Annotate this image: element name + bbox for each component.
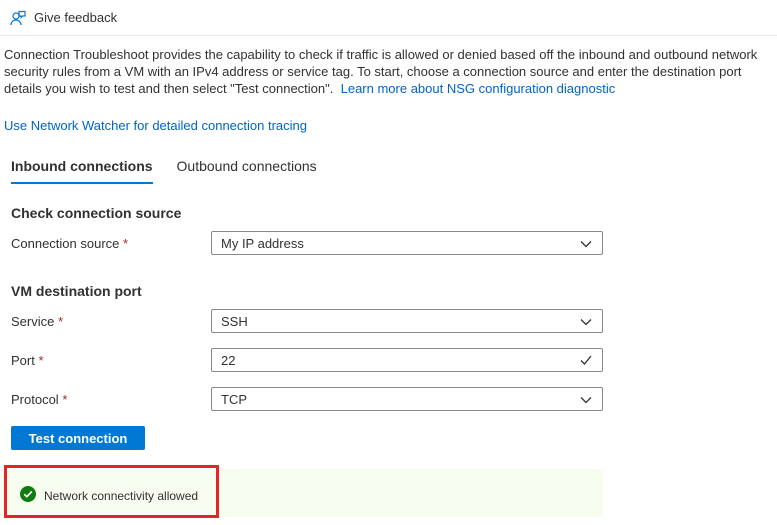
service-value: SSH	[221, 313, 248, 329]
tab-outbound-connections[interactable]: Outbound connections	[177, 158, 317, 184]
chevron-down-icon	[580, 236, 602, 251]
service-label: Service *	[11, 314, 63, 329]
required-marker: *	[123, 236, 129, 251]
result-highlight-box	[4, 465, 219, 518]
test-connection-button[interactable]: Test connection	[11, 426, 145, 450]
give-feedback-button[interactable]: Give feedback	[10, 10, 117, 26]
connection-source-label: Connection source *	[11, 236, 128, 251]
give-feedback-label: Give feedback	[34, 10, 118, 25]
section-title-connection-source: Check connection source	[11, 205, 182, 221]
chevron-down-icon	[580, 392, 602, 407]
protocol-label: Protocol *	[11, 392, 67, 407]
chevron-down-icon	[580, 314, 602, 329]
protocol-dropdown[interactable]: TCP	[211, 387, 603, 411]
checkmark-icon	[580, 353, 602, 368]
port-label-text: Port	[11, 353, 35, 368]
connection-source-label-text: Connection source	[11, 236, 120, 251]
section-title-destination-port: VM destination port	[11, 283, 142, 299]
protocol-value: TCP	[221, 391, 247, 407]
required-marker: *	[62, 392, 68, 407]
protocol-label-text: Protocol	[11, 392, 59, 407]
connection-source-dropdown[interactable]: My IP address	[211, 231, 603, 255]
port-label: Port *	[11, 353, 44, 368]
connection-tabs: Inbound connections Outbound connections	[11, 158, 341, 184]
required-marker: *	[57, 314, 64, 329]
service-label-text: Service	[11, 314, 55, 329]
network-watcher-link[interactable]: Use Network Watcher for detailed connect…	[4, 118, 307, 133]
service-dropdown[interactable]: SSH	[211, 309, 603, 333]
connection-source-value: My IP address	[221, 235, 304, 251]
command-bar: Give feedback	[0, 0, 777, 36]
required-marker: *	[38, 353, 44, 368]
port-input[interactable]: 22	[211, 348, 603, 372]
description-text: Connection Troubleshoot provides the cap…	[4, 46, 764, 97]
feedback-person-icon	[10, 10, 26, 26]
learn-more-nsg-link[interactable]: Learn more about NSG configuration diagn…	[341, 81, 616, 96]
tab-inbound-connections[interactable]: Inbound connections	[11, 158, 153, 184]
port-value: 22	[221, 352, 236, 368]
